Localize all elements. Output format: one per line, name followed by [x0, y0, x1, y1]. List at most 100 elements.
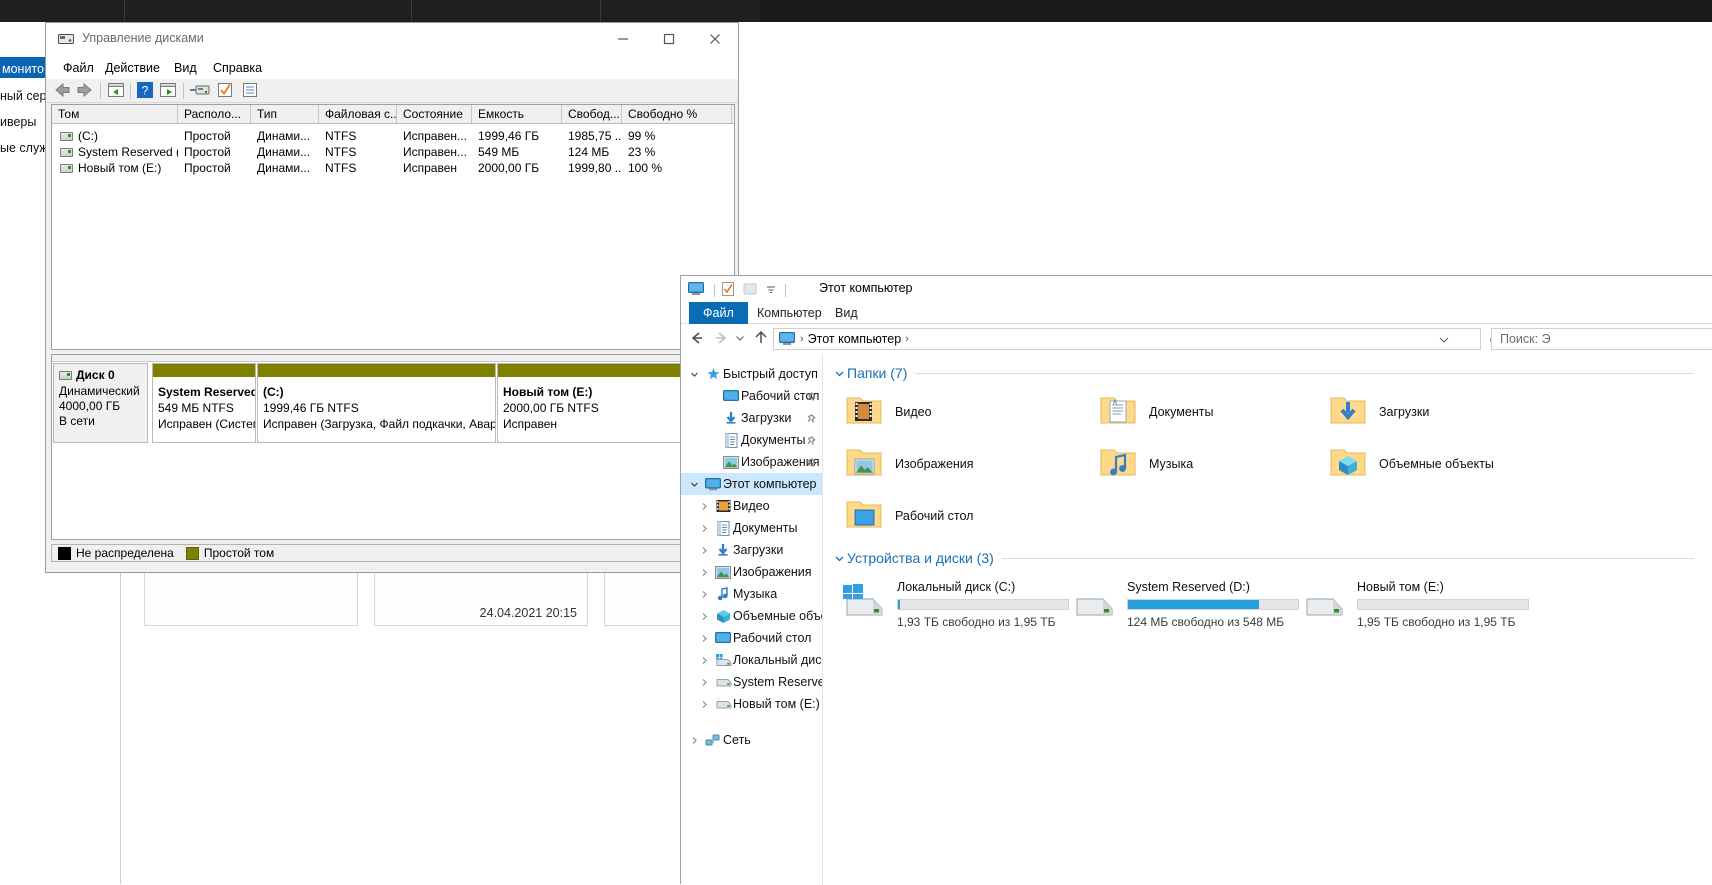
- sidebar-item-documents[interactable]: Документы: [681, 429, 822, 451]
- column-filesystem[interactable]: Файловая с...: [319, 105, 397, 123]
- breadcrumb-this-pc[interactable]: Этот компьютер: [808, 332, 901, 346]
- chevron-right-icon[interactable]: [695, 678, 713, 687]
- column-volume[interactable]: Том: [52, 105, 178, 123]
- forward-arrow-icon[interactable]: [75, 81, 97, 101]
- list-item[interactable]: Новый том (E:) 1,95 ТБ свободно из 1,95 …: [1301, 580, 1529, 629]
- list-item[interactable]: Локальный диск (C:) 1,93 ТБ свободно из …: [841, 580, 1069, 629]
- close-button[interactable]: [692, 23, 738, 55]
- sidebar-item-local-disk-c[interactable]: Локальный диск (C: [681, 649, 822, 671]
- disk-management-titlebar[interactable]: Управление дисками: [46, 23, 738, 57]
- sidebar-item-downloads-pc[interactable]: Загрузки: [681, 539, 822, 561]
- sidebar-item-pictures[interactable]: Изображения: [681, 451, 822, 473]
- pin-icon[interactable]: [806, 457, 816, 471]
- tab-file[interactable]: Файл: [689, 302, 748, 324]
- address-input[interactable]: › Этот компьютер ›: [773, 328, 1481, 350]
- sidebar-item-videos[interactable]: Видео: [681, 495, 822, 517]
- chevron-right-icon[interactable]: [695, 634, 713, 643]
- menu-view[interactable]: Вид: [167, 59, 204, 77]
- column-free[interactable]: Свобод...: [562, 105, 622, 123]
- chevron-down-icon[interactable]: [685, 370, 703, 379]
- pin-icon[interactable]: [806, 391, 816, 405]
- partition-c[interactable]: (C:) 1999,46 ГБ NTFS Исправен (Загрузка,…: [257, 363, 496, 443]
- background-item-2[interactable]: иверы: [0, 115, 36, 129]
- chevron-right-icon[interactable]: [695, 502, 713, 511]
- group-header-devices[interactable]: Устройства и диски (3): [831, 548, 1712, 568]
- sidebar-item-music[interactable]: Музыка: [681, 583, 822, 605]
- column-layout[interactable]: Располо...: [178, 105, 251, 123]
- check-icon[interactable]: [216, 81, 238, 101]
- chevron-down-icon[interactable]: [685, 480, 703, 489]
- address-dropdown-chevron-down-icon[interactable]: [1434, 332, 1454, 348]
- new-folder-icon[interactable]: [742, 281, 762, 299]
- menu-file[interactable]: Файл: [56, 59, 101, 77]
- background-item-0[interactable]: монито: [2, 62, 44, 76]
- table-row[interactable]: (C:) Простой Динами... NTFS Исправен... …: [52, 128, 734, 144]
- chevron-right-icon[interactable]: [695, 524, 713, 533]
- sidebar-item-documents-pc[interactable]: Документы: [681, 517, 822, 539]
- tab-view[interactable]: Вид: [821, 302, 872, 324]
- table-row[interactable]: Новый том (E:) Простой Динами... NTFS Ис…: [52, 160, 734, 176]
- rescan-disks-icon[interactable]: [189, 81, 211, 101]
- pin-icon[interactable]: [806, 435, 816, 449]
- up-button[interactable]: [751, 329, 773, 349]
- volumes-list[interactable]: Том Располо... Тип Файловая с... Состоян…: [51, 104, 735, 350]
- sidebar-item-system-reserved-d[interactable]: System Reserved (D: [681, 671, 822, 693]
- chevron-right-icon[interactable]: [695, 700, 713, 709]
- back-arrow-icon[interactable]: [52, 81, 74, 101]
- maximize-button[interactable]: [646, 23, 692, 55]
- list-item[interactable]: Видео: [845, 393, 932, 430]
- column-free-pct[interactable]: Свободно %: [622, 105, 732, 123]
- list-item[interactable]: Загрузки: [1329, 393, 1429, 430]
- list-item[interactable]: A Документы: [1099, 393, 1213, 430]
- this-pc-icon[interactable]: [687, 281, 707, 299]
- list-icon[interactable]: [241, 81, 263, 101]
- sidebar-item-quick-access[interactable]: Быстрый доступ: [681, 363, 822, 385]
- chevron-down-icon[interactable]: [831, 553, 847, 564]
- list-item[interactable]: Изображения: [845, 445, 974, 482]
- recent-locations-chevron-down-icon[interactable]: [733, 329, 747, 349]
- column-status[interactable]: Состояние: [397, 105, 472, 123]
- disk-0-info[interactable]: Диск 0 Динамический 4000,00 ГБ В сети: [53, 363, 148, 443]
- group-header-folders[interactable]: Папки (7): [831, 363, 1712, 383]
- menu-action[interactable]: Действие: [98, 59, 167, 77]
- properties-icon[interactable]: [158, 81, 180, 101]
- chevron-right-icon[interactable]: [695, 612, 713, 621]
- list-item[interactable]: System Reserved (D:) 124 МБ свободно из …: [1071, 580, 1299, 629]
- sidebar-item-new-volume-e[interactable]: Новый том (E:): [681, 693, 822, 715]
- partition-system-reserved[interactable]: System Reserved 549 МБ NTFS Исправен (Си…: [152, 363, 256, 443]
- horizontal-scrollbar[interactable]: [51, 564, 735, 572]
- explorer-titlebar[interactable]: Этот компьютер: [681, 276, 1712, 302]
- chevron-right-icon[interactable]: [695, 568, 713, 577]
- column-capacity[interactable]: Емкость: [472, 105, 562, 123]
- navigation-pane[interactable]: Быстрый доступ Рабочий стол Загрузки Док…: [681, 354, 823, 885]
- sidebar-item-network[interactable]: Сеть: [681, 729, 822, 751]
- breadcrumb-separator-end[interactable]: ›: [905, 333, 909, 345]
- sidebar-item-desktop-pc[interactable]: Рабочий стол: [681, 627, 822, 649]
- chevron-right-icon[interactable]: [695, 546, 713, 555]
- minimize-button[interactable]: [600, 23, 646, 55]
- sidebar-item-this-pc[interactable]: Этот компьютер: [681, 473, 822, 495]
- customize-toolbar-chevron-icon[interactable]: [764, 281, 778, 299]
- list-item[interactable]: Объемные объекты: [1329, 445, 1494, 482]
- back-button[interactable]: [687, 329, 709, 349]
- list-item[interactable]: Рабочий стол: [845, 497, 973, 534]
- help-icon[interactable]: ?: [136, 81, 158, 101]
- sidebar-item-3d-objects[interactable]: Объемные объекты: [681, 605, 822, 627]
- content-pane[interactable]: Папки (7) Видео A Документы Загрузки Изо…: [823, 354, 1712, 885]
- properties-icon[interactable]: [720, 281, 740, 299]
- search-input[interactable]: Поиск: Э: [1491, 328, 1712, 350]
- chevron-down-icon[interactable]: [831, 368, 847, 379]
- column-type[interactable]: Тип: [251, 105, 319, 123]
- sidebar-item-desktop[interactable]: Рабочий стол: [681, 385, 822, 407]
- background-item-3[interactable]: ые служ: [0, 141, 48, 155]
- show-hide-tree-icon[interactable]: [106, 81, 128, 101]
- sidebar-item-downloads[interactable]: Загрузки: [681, 407, 822, 429]
- chevron-right-icon[interactable]: [695, 656, 713, 665]
- chevron-right-icon[interactable]: [695, 590, 713, 599]
- chevron-right-icon[interactable]: [685, 736, 703, 745]
- list-item[interactable]: Музыка: [1099, 445, 1193, 482]
- menu-help[interactable]: Справка: [206, 59, 269, 77]
- pin-icon[interactable]: [806, 413, 816, 427]
- background-item-1[interactable]: ный сер: [0, 89, 47, 103]
- table-row[interactable]: System Reserved (... Простой Динами... N…: [52, 144, 734, 160]
